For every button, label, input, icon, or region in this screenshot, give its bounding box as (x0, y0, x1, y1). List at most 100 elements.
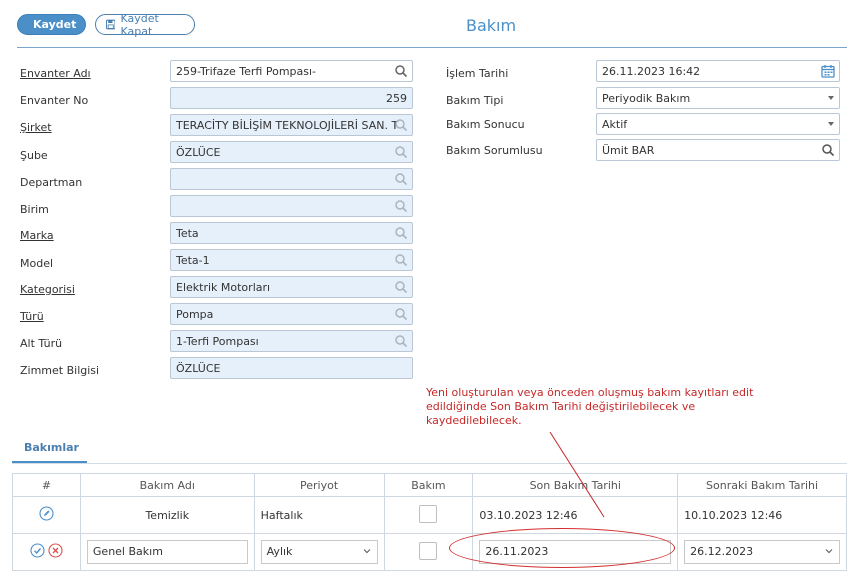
title-divider (17, 47, 847, 48)
save-close-button[interactable]: Kaydet Kapat (95, 11, 195, 38)
departman-field[interactable] (170, 168, 413, 190)
column-header-bakim[interactable]: Bakım (383, 473, 474, 497)
search-icon[interactable] (394, 199, 408, 213)
marka-label[interactable]: Marka (20, 229, 54, 242)
departman-label: Departman (20, 176, 83, 189)
row-periyot: Haftalık (253, 496, 385, 534)
cancel-icon[interactable] (48, 543, 63, 558)
birim-label: Birim (20, 203, 49, 216)
envanter-adi-value: 259-Trifaze Terfi Pompası- (176, 65, 317, 78)
periyot-select-value: Aylık (266, 545, 293, 558)
bakim-tipi-select[interactable]: Periyodik Bakım (596, 87, 840, 109)
save-button[interactable]: Kaydet (17, 14, 86, 35)
sube-label: Şube (20, 149, 48, 162)
chevron-down-icon (825, 549, 833, 554)
model-label: Model (20, 257, 54, 270)
bakim-sonucu-select[interactable]: Aktif (596, 113, 840, 135)
alt-turu-value: 1-Terfi Pompası (176, 335, 259, 348)
column-header-periyot[interactable]: Periyot (253, 473, 385, 497)
bakim-adi-input[interactable]: Genel Bakım (86, 540, 248, 564)
model-field[interactable]: Teta-1 (170, 249, 413, 271)
bakim-tipi-label: Bakım Tipi (446, 94, 504, 107)
search-icon[interactable] (394, 280, 408, 294)
bakim-adi-input-value: Genel Bakım (92, 545, 163, 558)
table-row: Temizlik Haftalık 03.10.2023 12:46 10.10… (12, 496, 847, 534)
bakim-sorumlusu-label: Bakım Sorumlusu (446, 144, 543, 157)
turu-value: Pompa (176, 308, 214, 321)
floppy-disk-icon (106, 19, 116, 30)
search-icon[interactable] (394, 172, 408, 186)
marka-field[interactable]: Teta (170, 222, 413, 244)
search-icon[interactable] (821, 143, 835, 157)
edit-icon[interactable] (39, 506, 54, 521)
islem-tarihi-field[interactable]: 26.11.2023 16:42 (596, 60, 840, 82)
column-header-index: # (12, 473, 81, 497)
save-button-label: Kaydet (33, 18, 77, 31)
turu-label[interactable]: Türü (20, 310, 44, 323)
annotation-note: Yeni oluşturulan veya önceden oluşmuş ba… (426, 386, 754, 427)
search-icon[interactable] (394, 64, 408, 78)
caret-down-icon (828, 122, 834, 126)
zimmet-bilgisi-field[interactable]: ÖZLÜCE (170, 357, 413, 379)
bakim-checkbox[interactable] (419, 504, 438, 523)
search-icon[interactable] (394, 118, 408, 132)
tab-divider (12, 463, 847, 464)
page-title: Bakım (466, 16, 517, 35)
bakim-sorumlusu-field[interactable]: Ümit BAR (596, 139, 840, 161)
zimmet-bilgisi-value: ÖZLÜCE (176, 362, 221, 375)
envanter-adi-field[interactable]: 259-Trifaze Terfi Pompası- (170, 60, 413, 82)
bakimlar-table: # Bakım Adı Periyot Bakım Son Bakım Tari… (12, 473, 847, 571)
table-row: Genel Bakım Aylık 26.11.2023 26.12.2023 (12, 533, 847, 571)
sube-field[interactable]: ÖZLÜCE (170, 141, 413, 163)
row-bakim-adi-cell: Genel Bakım (79, 533, 255, 571)
envanter-no-value: 259 (386, 92, 407, 105)
envanter-adi-label[interactable]: Envanter Adı (20, 67, 91, 80)
alt-turu-label: Alt Türü (20, 337, 63, 350)
tab-bakimlar[interactable]: Bakımlar (12, 441, 87, 463)
bakim-sonucu-value: Aktif (602, 118, 628, 131)
row-periyot-cell: Aylık (253, 533, 385, 571)
model-value: Teta-1 (176, 254, 210, 267)
annotation-highlight-ellipse (449, 528, 675, 568)
islem-tarihi-label: İşlem Tarihi (446, 67, 509, 80)
search-icon[interactable] (394, 253, 408, 267)
row-sonraki-bakim-tarihi: 10.10.2023 12:46 (677, 496, 847, 534)
column-header-bakim-adi[interactable]: Bakım Adı (79, 473, 255, 497)
save-close-button-label: Kaydet Kapat (120, 11, 159, 38)
turu-field[interactable]: Pompa (170, 303, 413, 325)
column-header-sonraki-bakim-tarihi[interactable]: Sonraki Bakım Tarihi (677, 473, 847, 497)
bakim-sonucu-label: Bakım Sonucu (446, 118, 525, 131)
birim-field[interactable] (170, 195, 413, 217)
sonraki-bakim-tarihi-select[interactable]: 26.12.2023 (684, 540, 840, 564)
row-bakim-adi: Temizlik (79, 496, 255, 534)
zimmet-bilgisi-label: Zimmet Bilgisi (20, 364, 100, 377)
sirket-value: TERACİTY BİLİŞİM TEKNOLOJİLERİ SAN. T (176, 119, 399, 132)
column-header-son-bakim-tarihi[interactable]: Son Bakım Tarihi (472, 473, 679, 497)
kategorisi-field[interactable]: Elektrik Motorları (170, 276, 413, 298)
sirket-field[interactable]: TERACİTY BİLİŞİM TEKNOLOJİLERİ SAN. T (170, 114, 413, 136)
envanter-no-field[interactable]: 259 (170, 87, 413, 109)
search-icon[interactable] (394, 307, 408, 321)
table-header-row: # Bakım Adı Periyot Bakım Son Bakım Tari… (12, 473, 847, 497)
sube-value: ÖZLÜCE (176, 146, 221, 159)
search-icon[interactable] (394, 226, 408, 240)
kategorisi-label[interactable]: Kategorisi (20, 283, 75, 296)
confirm-icon[interactable] (30, 543, 45, 558)
caret-down-icon (828, 96, 834, 100)
sonraki-bakim-tarihi-value: 26.12.2023 (690, 545, 754, 558)
bakim-checkbox[interactable] (419, 541, 438, 560)
marka-value: Teta (176, 227, 199, 240)
bakim-tipi-value: Periyodik Bakım (602, 92, 691, 105)
search-icon[interactable] (394, 145, 408, 159)
calendar-icon[interactable] (821, 64, 835, 78)
search-icon[interactable] (394, 334, 408, 348)
sirket-label[interactable]: Şirket (20, 121, 52, 134)
chevron-down-icon (363, 549, 370, 554)
periyot-select[interactable]: Aylık (260, 540, 378, 564)
row-sonraki-bakim-tarihi-cell: 26.12.2023 (677, 533, 847, 571)
kategorisi-value: Elektrik Motorları (176, 281, 271, 294)
islem-tarihi-value: 26.11.2023 16:42 (602, 65, 701, 78)
row-actions-cell (12, 533, 81, 571)
alt-turu-field[interactable]: 1-Terfi Pompası (170, 330, 413, 352)
row-bakim-cell (383, 496, 474, 534)
